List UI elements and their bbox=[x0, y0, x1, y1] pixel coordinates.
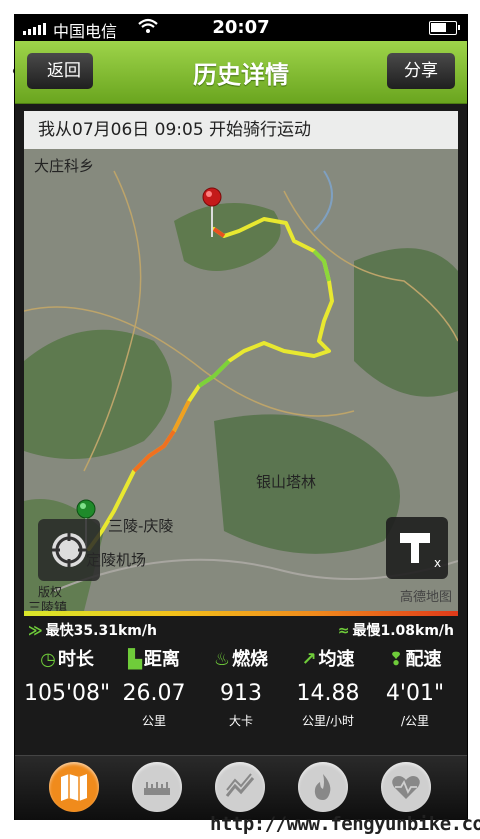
route-map[interactable]: 大庄科乡 银山塔林 三陵-庆陵 定陵机场 版权 三陵镇 高德地图 我从07月06… bbox=[24, 111, 458, 611]
fastest-speed: 最快35.31km/h bbox=[45, 623, 157, 639]
share-button[interactable]: 分享 bbox=[387, 53, 455, 89]
svg-text:x: x bbox=[434, 556, 441, 570]
ruler-icon: ▙ bbox=[128, 649, 142, 670]
fast-icon: ≫ bbox=[28, 623, 43, 639]
map-icon bbox=[61, 774, 87, 801]
stat-value: 14.88 bbox=[296, 681, 360, 706]
watermark-url: http://www.fengyunbike.com bbox=[210, 813, 480, 835]
stat-avg-speed: ↗ 均速 14.88 公里/小时 bbox=[285, 645, 371, 729]
slow-icon: ≈ bbox=[337, 623, 350, 639]
tab-heart-rate[interactable] bbox=[381, 762, 431, 812]
footprints-icon: ❢ bbox=[388, 649, 404, 670]
ride-start-banner: 我从07月06日 09:05 开始骑行运动 bbox=[24, 111, 458, 149]
locate-button[interactable] bbox=[38, 519, 100, 581]
clock-time: 20:07 bbox=[212, 17, 270, 38]
stat-unit: /公里 bbox=[400, 714, 430, 728]
stat-value: 26.07 bbox=[122, 681, 186, 706]
place-label: 三陵镇 bbox=[28, 601, 68, 611]
clock-icon: ◷ bbox=[40, 649, 56, 670]
slowest-speed: 最慢1.08km/h bbox=[352, 623, 454, 639]
place-label: 银山塔林 bbox=[256, 473, 317, 491]
place-label: 三陵-庆陵 bbox=[108, 517, 174, 535]
stat-unit: 公里/小时 bbox=[301, 714, 355, 728]
eraser-icon: x bbox=[400, 533, 441, 570]
status-bar: 中国电信 20:07 bbox=[15, 15, 467, 41]
stat-value: 105'08" bbox=[24, 681, 111, 706]
clear-track-button[interactable]: x bbox=[386, 517, 448, 579]
flame-icon bbox=[314, 774, 331, 800]
tab-speed[interactable] bbox=[215, 762, 265, 812]
stat-value: 4'01" bbox=[385, 681, 445, 706]
tab-map[interactable] bbox=[49, 762, 99, 812]
stats-panel: ◷ 时长 105'08" ▙ 距离 26.07 公里 ♨ 燃烧 913 大卡 ↗ 均速 … bbox=[24, 645, 458, 745]
tab-bar bbox=[15, 755, 467, 820]
stat-distance: ▙ 距离 26.07 公里 bbox=[111, 645, 197, 729]
stat-unit: 公里 bbox=[141, 714, 166, 728]
phone-screen: 中国电信 20:07 返回 历史详情 分享 大庄科乡 银山塔林 三陵-庆陵 定陵… bbox=[14, 14, 468, 820]
nav-bar: 返回 历史详情 分享 bbox=[15, 41, 467, 104]
flame-icon: ♨ bbox=[213, 649, 231, 670]
tab-calories[interactable] bbox=[298, 762, 348, 812]
map-copyright: 高德地图 bbox=[399, 590, 452, 605]
crosshair-icon bbox=[52, 533, 86, 567]
heart-rate-icon bbox=[392, 776, 420, 799]
ruler-icon bbox=[144, 782, 170, 795]
speed-gradient-bar bbox=[24, 611, 458, 616]
stat-duration: ◷ 时长 105'08" bbox=[24, 649, 111, 706]
trend-icon: ↗ bbox=[301, 649, 317, 670]
tab-distance[interactable] bbox=[132, 762, 182, 812]
speed-chart-icon bbox=[225, 773, 255, 797]
stat-value: 913 bbox=[220, 681, 262, 706]
stat-pace: ❢ 配速 4'01" /公里 bbox=[372, 645, 458, 729]
stat-calories: ♨ 燃烧 913 大卡 bbox=[198, 645, 284, 729]
place-label: 大庄科乡 bbox=[34, 157, 95, 175]
speed-row: ≫ 最快35.31km/h ≈ 最慢1.08km/h bbox=[24, 618, 458, 640]
end-pin-icon bbox=[202, 187, 222, 237]
battery-icon bbox=[429, 21, 460, 35]
stat-unit: 大卡 bbox=[228, 714, 253, 728]
